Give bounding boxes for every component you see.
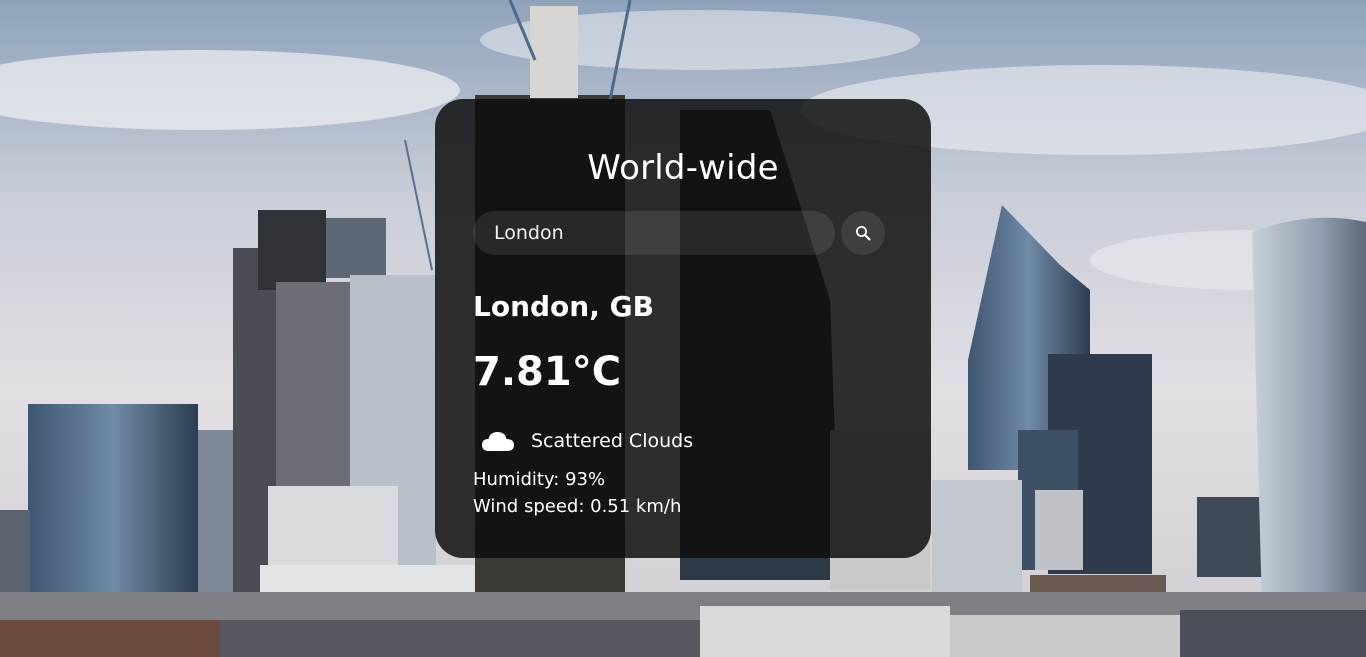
search-bar [473,211,885,255]
search-button[interactable] [841,211,885,255]
weather-card: World-wide London, GB 7.81°C Scattered C… [435,99,931,558]
cloud-icon [482,432,514,451]
humidity-text: Humidity: 93% [473,469,606,490]
location-name: London, GB [473,290,654,323]
condition-description: Scattered Clouds [531,430,694,452]
city-search-input[interactable] [473,211,835,255]
condition-row: Scattered Clouds [481,425,693,457]
wind-speed-text: Wind speed: 0.51 km/h [473,496,682,517]
temperature-value: 7.81°C [473,349,622,395]
search-icon [856,226,871,241]
app-title: World-wide [587,148,779,188]
